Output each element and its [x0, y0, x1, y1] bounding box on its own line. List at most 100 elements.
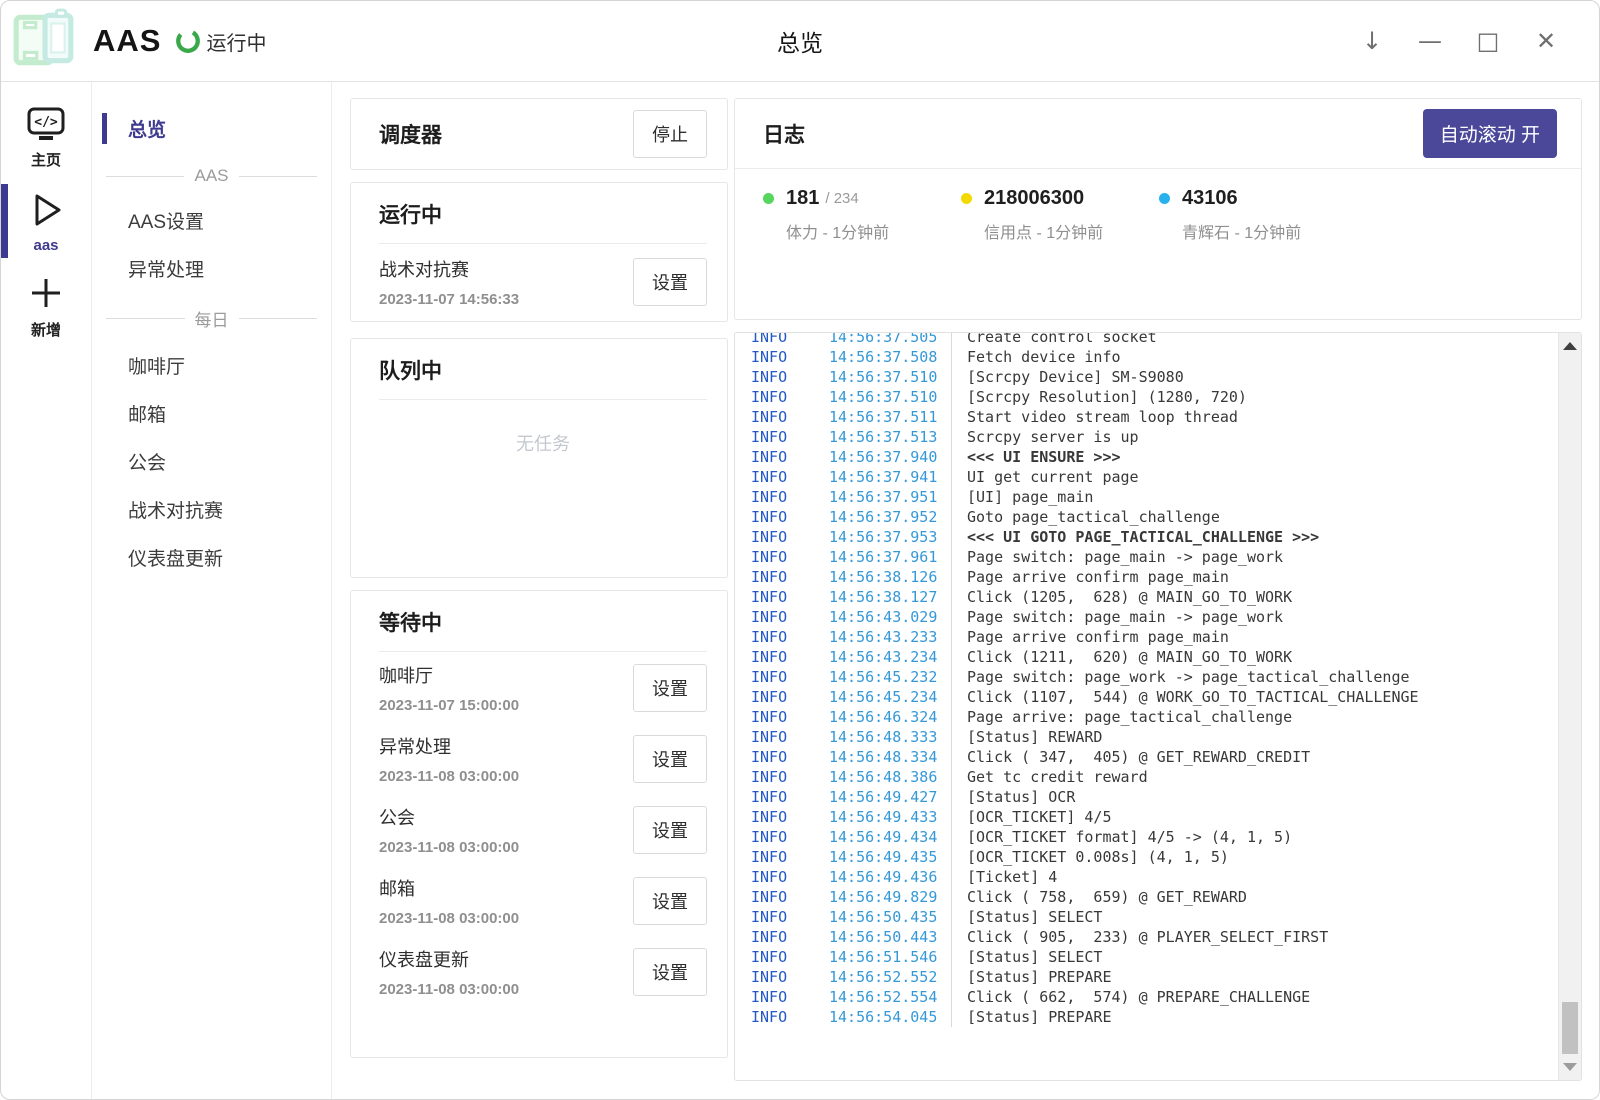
log-level: INFO: [751, 527, 829, 547]
waiting-settings-button[interactable]: 设置: [633, 806, 707, 854]
divider-line: [106, 176, 184, 177]
log-timestamp: 14:56:37.940: [829, 447, 951, 467]
sidebar-item[interactable]: 总览: [92, 106, 331, 151]
close-icon[interactable]: ✕: [1533, 29, 1559, 53]
log-line: INFO 14:56:37.952 Goto page_tactical_cha…: [751, 507, 1541, 527]
waiting-task-name: 咖啡厅: [379, 662, 519, 688]
stat-value: 218006300: [984, 187, 1084, 210]
stop-button[interactable]: 停止: [633, 110, 707, 158]
log-message: [OCR_TICKET format] 4/5 -> (4, 1, 5): [951, 827, 1292, 847]
queue-title: 队列中: [379, 355, 707, 400]
log-level: INFO: [751, 727, 829, 747]
waiting-settings-button[interactable]: 设置: [633, 664, 707, 712]
log-level: INFO: [751, 1007, 829, 1027]
resource-stat: 181 / 234 体力 - 1分钟前: [763, 187, 961, 243]
waiting-task-row: 仪表盘更新 2023-11-08 03:00:00 设置: [379, 936, 707, 1007]
sidebar-item[interactable]: 咖啡厅: [92, 343, 331, 388]
log-timestamp: 14:56:49.436: [829, 867, 951, 887]
waiting-settings-button[interactable]: 设置: [633, 948, 707, 996]
scrollbar-thumb[interactable]: [1562, 1002, 1578, 1054]
sidebar-section-divider: 每日: [92, 294, 331, 343]
log-line: INFO 14:56:49.434 [OCR_TICKET format] 4/…: [751, 827, 1541, 847]
log-line: INFO 14:56:37.505 Create control socket: [751, 332, 1541, 347]
log-message: [OCR_TICKET 0.008s] (4, 1, 5): [951, 847, 1229, 867]
log-line: INFO 14:56:37.511 Start video stream loo…: [751, 407, 1541, 427]
log-message: Click (1205, 628) @ MAIN_GO_TO_WORK: [951, 587, 1292, 607]
restore-down-icon[interactable]: ↓: [1359, 29, 1385, 53]
log-line: INFO 14:56:48.386 Get tc credit reward: [751, 767, 1541, 787]
log-message: Get tc credit reward: [951, 767, 1148, 787]
log-timestamp: 14:56:52.554: [829, 987, 951, 1007]
log-viewer: INFO 14:56:37.505 Create control socket …: [734, 332, 1582, 1081]
status-dot-icon: [1159, 193, 1170, 204]
sidebar-item[interactable]: 异常处理: [92, 246, 331, 291]
log-timestamp: 14:56:37.511: [829, 407, 951, 427]
log-message: [Status] REWARD: [951, 727, 1102, 747]
log-timestamp: 14:56:54.045: [829, 1007, 951, 1027]
log-line: INFO 14:56:43.234 Click (1211, 620) @ MA…: [751, 647, 1541, 667]
scroll-up-icon[interactable]: [1563, 342, 1577, 350]
log-level: INFO: [751, 447, 829, 467]
log-line: INFO 14:56:46.324 Page arrive: page_tact…: [751, 707, 1541, 727]
log-message: Page switch: page_main -> page_work: [951, 547, 1283, 567]
rail-item-aas[interactable]: aas: [1, 182, 91, 260]
running-settings-button[interactable]: 设置: [633, 258, 707, 306]
scheduler-card: 调度器 停止: [350, 98, 728, 170]
log-line: INFO 14:56:38.127 Click (1205, 628) @ MA…: [751, 587, 1541, 607]
waiting-task-name: 仪表盘更新: [379, 946, 519, 972]
log-timestamp: 14:56:49.433: [829, 807, 951, 827]
stat-label: 体力 - 1分钟前: [786, 219, 961, 243]
log-level: INFO: [751, 647, 829, 667]
log-timestamp: 14:56:48.333: [829, 727, 951, 747]
log-timestamp: 14:56:49.829: [829, 887, 951, 907]
divider-line: [239, 318, 318, 319]
minimize-icon[interactable]: —: [1417, 29, 1443, 53]
rail-item-label: 新增: [31, 319, 61, 340]
log-message: Click ( 347, 405) @ GET_REWARD_CREDIT: [951, 747, 1310, 767]
log-level: INFO: [751, 547, 829, 567]
rail-item-home[interactable]: </> 主页: [1, 98, 91, 176]
log-line: INFO 14:56:49.427 [Status] OCR: [751, 787, 1541, 807]
run-status: 运行中: [175, 27, 266, 56]
log-message: Click ( 905, 233) @ PLAYER_SELECT_FIRST: [951, 927, 1328, 947]
app-window: AAS 运行中 总览 ↓ — □ ✕ <: [0, 0, 1600, 1100]
log-line: INFO 14:56:37.941 UI get current page: [751, 467, 1541, 487]
log-message: Page arrive: page_tactical_challenge: [951, 707, 1292, 727]
autoscroll-toggle-button[interactable]: 自动滚动 开: [1423, 109, 1557, 158]
rail-item-label: 主页: [31, 149, 61, 170]
log-line: INFO 14:56:43.029 Page switch: page_main…: [751, 607, 1541, 627]
waiting-task-row: 邮箱 2023-11-08 03:00:00 设置: [379, 865, 707, 936]
stat-total: / 234: [825, 190, 858, 207]
log-level: INFO: [751, 587, 829, 607]
log-line: INFO 14:56:49.435 [OCR_TICKET 0.008s] (4…: [751, 847, 1541, 867]
scroll-down-icon[interactable]: [1563, 1063, 1577, 1071]
sidebar-item[interactable]: 仪表盘更新: [92, 535, 331, 580]
sidebar-item[interactable]: 邮箱: [92, 391, 331, 436]
window-controls: ↓ — □ ✕: [1359, 29, 1599, 53]
log-timestamp: 14:56:49.434: [829, 827, 951, 847]
rail-item-add[interactable]: 新增: [1, 266, 91, 346]
waiting-settings-button[interactable]: 设置: [633, 735, 707, 783]
log-timestamp: 14:56:37.952: [829, 507, 951, 527]
page-title: 总览: [777, 24, 823, 58]
log-message: Page arrive confirm page_main: [951, 627, 1229, 647]
stat-label: 青辉石 - 1分钟前: [1182, 219, 1357, 243]
log-timestamp: 14:56:51.546: [829, 947, 951, 967]
active-indicator: [1, 184, 8, 258]
maximize-icon[interactable]: □: [1475, 29, 1501, 53]
sidebar-item[interactable]: 战术对抗赛: [92, 487, 331, 532]
log-scrollbar[interactable]: [1558, 333, 1581, 1080]
sidebar-item[interactable]: AAS设置: [92, 198, 331, 243]
sidebar-item[interactable]: 公会: [92, 439, 331, 484]
running-task-row: 战术对抗赛 2023-11-07 14:56:33 设置: [379, 244, 707, 318]
app-name: AAS: [93, 23, 161, 59]
log-line: INFO 14:56:37.951 [UI] page_main: [751, 487, 1541, 507]
log-lines: INFO 14:56:37.505 Create control socket …: [735, 332, 1581, 1027]
waiting-card: 等待中 咖啡厅 2023-11-07 15:00:00 设置: [350, 590, 728, 1058]
waiting-task-time: 2023-11-08 03:00:00: [379, 910, 519, 927]
stat-value: 43106: [1182, 187, 1238, 210]
sidebar-item-label: 异常处理: [128, 260, 204, 281]
waiting-settings-button[interactable]: 设置: [633, 877, 707, 925]
log-level: INFO: [751, 407, 829, 427]
log-message: <<< UI ENSURE >>>: [951, 447, 1121, 467]
